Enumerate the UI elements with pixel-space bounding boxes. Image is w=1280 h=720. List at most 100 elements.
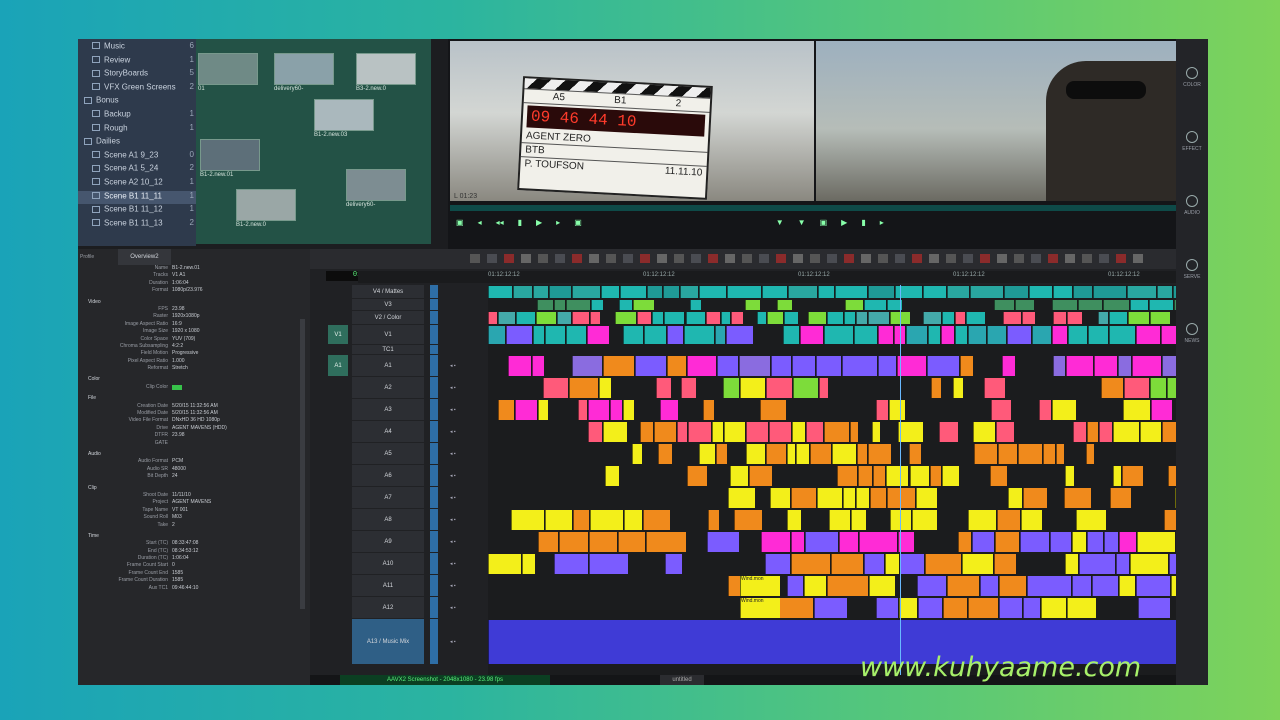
bin-item[interactable]: Scene A1 9_23 0 (78, 150, 196, 164)
timeline-clip[interactable] (599, 378, 612, 398)
timeline-clip[interactable] (1008, 488, 1022, 508)
timeline-clip[interactable] (853, 326, 878, 344)
timeline-clip[interactable] (858, 466, 872, 486)
stop-icon[interactable]: ▮ (518, 218, 522, 227)
toolbar-tool-icon[interactable] (657, 254, 667, 263)
track-header[interactable]: V1 V1 (326, 325, 488, 344)
timeline-clip[interactable] (657, 444, 672, 464)
inspector-section[interactable]: Time (78, 533, 310, 540)
timeline-clip[interactable] (488, 326, 506, 344)
track-solo-mute[interactable]: ◂ ▪ (450, 399, 480, 420)
track-solo-mute[interactable]: ◂ ▪ (450, 377, 480, 398)
timeline-clip[interactable] (787, 286, 818, 298)
timeline-clip[interactable] (896, 356, 927, 376)
timeline-clip[interactable] (927, 356, 960, 376)
timeline-clip[interactable] (651, 312, 663, 324)
timeline-clip[interactable] (722, 378, 739, 398)
timeline-clip[interactable] (1091, 576, 1118, 596)
timeline-clip[interactable] (699, 444, 715, 464)
timeline-clip[interactable] (1123, 400, 1150, 420)
track-name[interactable]: A9 (352, 531, 424, 552)
timeline-clip[interactable] (961, 554, 993, 574)
timeline-clip[interactable] (859, 532, 898, 552)
timeline-clip[interactable] (1052, 312, 1067, 324)
timeline-clip[interactable] (803, 576, 826, 596)
timeline-clip[interactable] (916, 576, 946, 596)
timeline-clip[interactable] (818, 378, 828, 398)
timeline-clip[interactable] (930, 466, 941, 486)
timeline-clip[interactable] (730, 466, 748, 486)
timeline-clip[interactable] (800, 326, 823, 344)
track-solo-mute[interactable]: ◂ ▪ (450, 553, 480, 574)
timeline-clip[interactable] (1052, 300, 1077, 310)
timeline-clip[interactable] (1039, 400, 1051, 420)
timeline-clip[interactable] (814, 598, 848, 618)
timeline-clip[interactable] (954, 312, 965, 324)
bin-thumbnail[interactable]: B1-2.new.01 (200, 139, 260, 178)
timeline-clip[interactable] (1066, 356, 1093, 376)
timeline-clip[interactable] (646, 532, 686, 552)
timeline-clip[interactable] (885, 554, 900, 574)
inspector-section[interactable]: Audio (78, 451, 310, 458)
timeline-clip[interactable] (786, 510, 801, 530)
timeline-clip[interactable] (1072, 286, 1093, 298)
source-monitor[interactable]: A5 B1 2 09 46 44 10 AGENT ZERO BTB P. TO… (450, 41, 814, 201)
track-header[interactable]: A2 ◂ ▪ (326, 377, 488, 398)
track-solo-mute[interactable]: ◂ ▪ (450, 421, 480, 442)
timeline-clip[interactable] (1085, 444, 1094, 464)
toolbar-tool-icon[interactable] (1031, 254, 1041, 263)
timeline-clip[interactable] (783, 312, 798, 324)
timeline-clip[interactable] (764, 554, 791, 574)
timeline-clip[interactable] (1128, 312, 1149, 324)
timeline-clip[interactable] (808, 312, 827, 324)
timeline-clip[interactable] (836, 466, 857, 486)
timeline-clip[interactable] (1118, 532, 1136, 552)
timeline-clip[interactable] (623, 326, 643, 344)
timeline-clip[interactable] (885, 466, 909, 486)
track-solo-mute[interactable]: ◂ ▪ (450, 509, 480, 530)
splice-icon[interactable]: ▼ (776, 218, 784, 227)
toolbar-tool-icon[interactable] (810, 254, 820, 263)
timeline-clip[interactable] (777, 300, 793, 310)
timeline-clip[interactable] (659, 400, 679, 420)
timeline-clip[interactable] (830, 554, 863, 574)
timeline-clip[interactable] (634, 356, 666, 376)
track-name[interactable]: V1 (352, 325, 424, 344)
timeline-clip[interactable] (768, 422, 792, 442)
inspector-section[interactable]: Clip (78, 485, 310, 492)
timeline-clip[interactable] (687, 356, 716, 376)
toolbar-tool-icon[interactable] (878, 254, 888, 263)
timeline-clip[interactable] (554, 554, 588, 574)
timeline-clip[interactable] (943, 598, 968, 618)
timeline-clip[interactable] (849, 422, 859, 442)
rec-step-icon[interactable]: ▸ (880, 218, 884, 227)
timeline-clip[interactable] (791, 488, 816, 508)
bin-item[interactable]: Backup 1 (78, 109, 196, 123)
profile-dropdown[interactable]: Overview2 (118, 249, 171, 265)
timeline-clip[interactable] (1022, 312, 1035, 324)
timeline-clip[interactable] (1132, 356, 1161, 376)
timeline-clip[interactable] (1150, 400, 1173, 420)
track-lock-toggle[interactable] (430, 355, 438, 376)
track-solo-mute[interactable]: ◂ ▪ (450, 597, 480, 618)
track-header[interactable]: A4 ◂ ▪ (326, 421, 488, 442)
bin-item[interactable]: Scene B1 11_13 2 (78, 218, 196, 232)
timeline-clip[interactable] (571, 356, 603, 376)
timeline-clip[interactable] (738, 356, 771, 376)
timeline-clip[interactable] (993, 554, 1017, 574)
timeline-clip[interactable] (941, 466, 959, 486)
toolbar-tool-icon[interactable] (1065, 254, 1075, 263)
bin-item[interactable]: VFX Green Screens 2 (78, 82, 196, 96)
timeline-clip[interactable] (620, 286, 646, 298)
bin-item[interactable]: Scene A2 10_12 1 (78, 177, 196, 191)
timeline-clip[interactable] (845, 300, 863, 310)
track-header[interactable]: A1 A1 ◂ ▪ (326, 355, 488, 376)
timeline-clip[interactable] (543, 378, 569, 398)
bin-thumbnail[interactable]: 01 (198, 53, 258, 92)
timeline-clip[interactable] (725, 326, 753, 344)
timeline-clip[interactable] (941, 312, 954, 324)
timeline-clip[interactable] (868, 312, 890, 324)
timeline-clip[interactable] (998, 444, 1017, 464)
timeline-clip[interactable] (997, 510, 1021, 530)
timeline-clip[interactable] (767, 312, 783, 324)
